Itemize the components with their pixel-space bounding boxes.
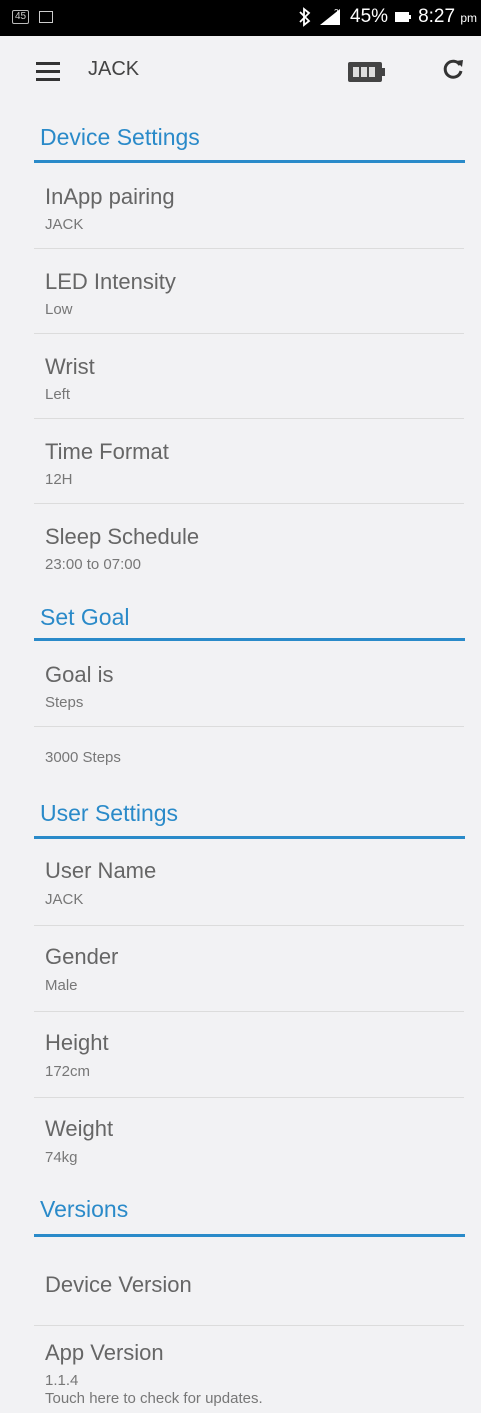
setting-value: 172cm <box>45 1063 91 1080</box>
setting-title: Goal is <box>45 662 114 687</box>
setting-value: 23:00 to 07:00 <box>45 556 141 573</box>
section-title-user-settings: User Settings <box>40 800 179 826</box>
setting-value: Steps <box>45 694 84 711</box>
setting-value: 3000 Steps <box>45 749 121 766</box>
setting-height[interactable]: Height 172cm <box>34 1012 464 1097</box>
setting-inapp-pairing[interactable]: InApp pairing JACK <box>34 164 464 248</box>
signal-icon: 2 <box>320 8 341 25</box>
setting-value: 1.1.4 <box>45 1372 79 1389</box>
section-divider <box>34 836 465 839</box>
notification-badge: 45 <box>12 10 30 24</box>
setting-title: Wrist <box>45 354 95 379</box>
setting-value: 74kg <box>45 1149 78 1166</box>
setting-title: App Version <box>45 1340 164 1365</box>
app-title: JACK <box>88 58 140 80</box>
setting-value: 12H <box>45 471 73 488</box>
image-notification-icon <box>39 11 54 23</box>
setting-led-intensity[interactable]: LED Intensity Low <box>34 249 464 333</box>
update-check-hint: Touch here to check for updates. <box>45 1390 263 1407</box>
setting-value: Male <box>45 977 78 994</box>
setting-value: Left <box>45 386 71 403</box>
setting-title: LED Intensity <box>45 269 176 294</box>
section-divider <box>34 160 465 163</box>
setting-value: JACK <box>45 216 84 233</box>
clock-time: 8:27 <box>418 6 456 27</box>
setting-wrist[interactable]: Wrist Left <box>34 334 464 418</box>
section-title-device-settings: Device Settings <box>40 124 200 150</box>
section-divider <box>34 1234 465 1237</box>
status-battery-icon <box>395 12 412 22</box>
setting-title: InApp pairing <box>45 184 175 209</box>
battery-percent: 45% <box>350 6 389 27</box>
setting-value: Low <box>45 301 73 318</box>
setting-weight[interactable]: Weight 74kg <box>34 1098 464 1183</box>
setting-title: Time Format <box>45 439 169 464</box>
section-title-set-goal: Set Goal <box>40 604 130 630</box>
setting-gender[interactable]: Gender Male <box>34 926 464 1011</box>
setting-app-version[interactable]: App Version 1.1.4 Touch here to check fo… <box>34 1326 464 1413</box>
signal-label: 2 <box>334 8 339 17</box>
battery-icon <box>348 62 385 82</box>
setting-title: Device Version <box>45 1272 192 1297</box>
menu-icon[interactable] <box>36 62 60 82</box>
app-bar: JACK <box>0 36 481 114</box>
clock: 8:27 pm <box>418 6 477 28</box>
setting-title: User Name <box>45 858 157 883</box>
refresh-icon[interactable] <box>440 56 466 82</box>
setting-title: Gender <box>45 944 119 969</box>
setting-sleep-schedule[interactable]: Sleep Schedule 23:00 to 07:00 <box>34 504 464 588</box>
clock-ampm: pm <box>460 11 477 25</box>
status-left: 45 <box>12 10 54 24</box>
setting-value: JACK <box>45 891 84 908</box>
section-divider <box>34 638 465 641</box>
setting-title: Sleep Schedule <box>45 524 200 549</box>
setting-goal-type[interactable]: Goal is Steps <box>34 642 464 726</box>
setting-user-name[interactable]: User Name JACK <box>34 840 464 925</box>
status-right: 2 45% 8:27 pm <box>298 6 477 28</box>
bluetooth-icon <box>299 7 311 27</box>
setting-goal-steps[interactable]: 3000 Steps <box>34 727 464 787</box>
setting-device-version[interactable]: Device Version <box>34 1238 464 1325</box>
status-bar: 45 2 45% 8:27 pm <box>0 0 481 36</box>
section-title-versions: Versions <box>40 1196 129 1222</box>
setting-title: Weight <box>45 1116 114 1141</box>
setting-time-format[interactable]: Time Format 12H <box>34 419 464 503</box>
setting-title: Height <box>45 1030 109 1055</box>
